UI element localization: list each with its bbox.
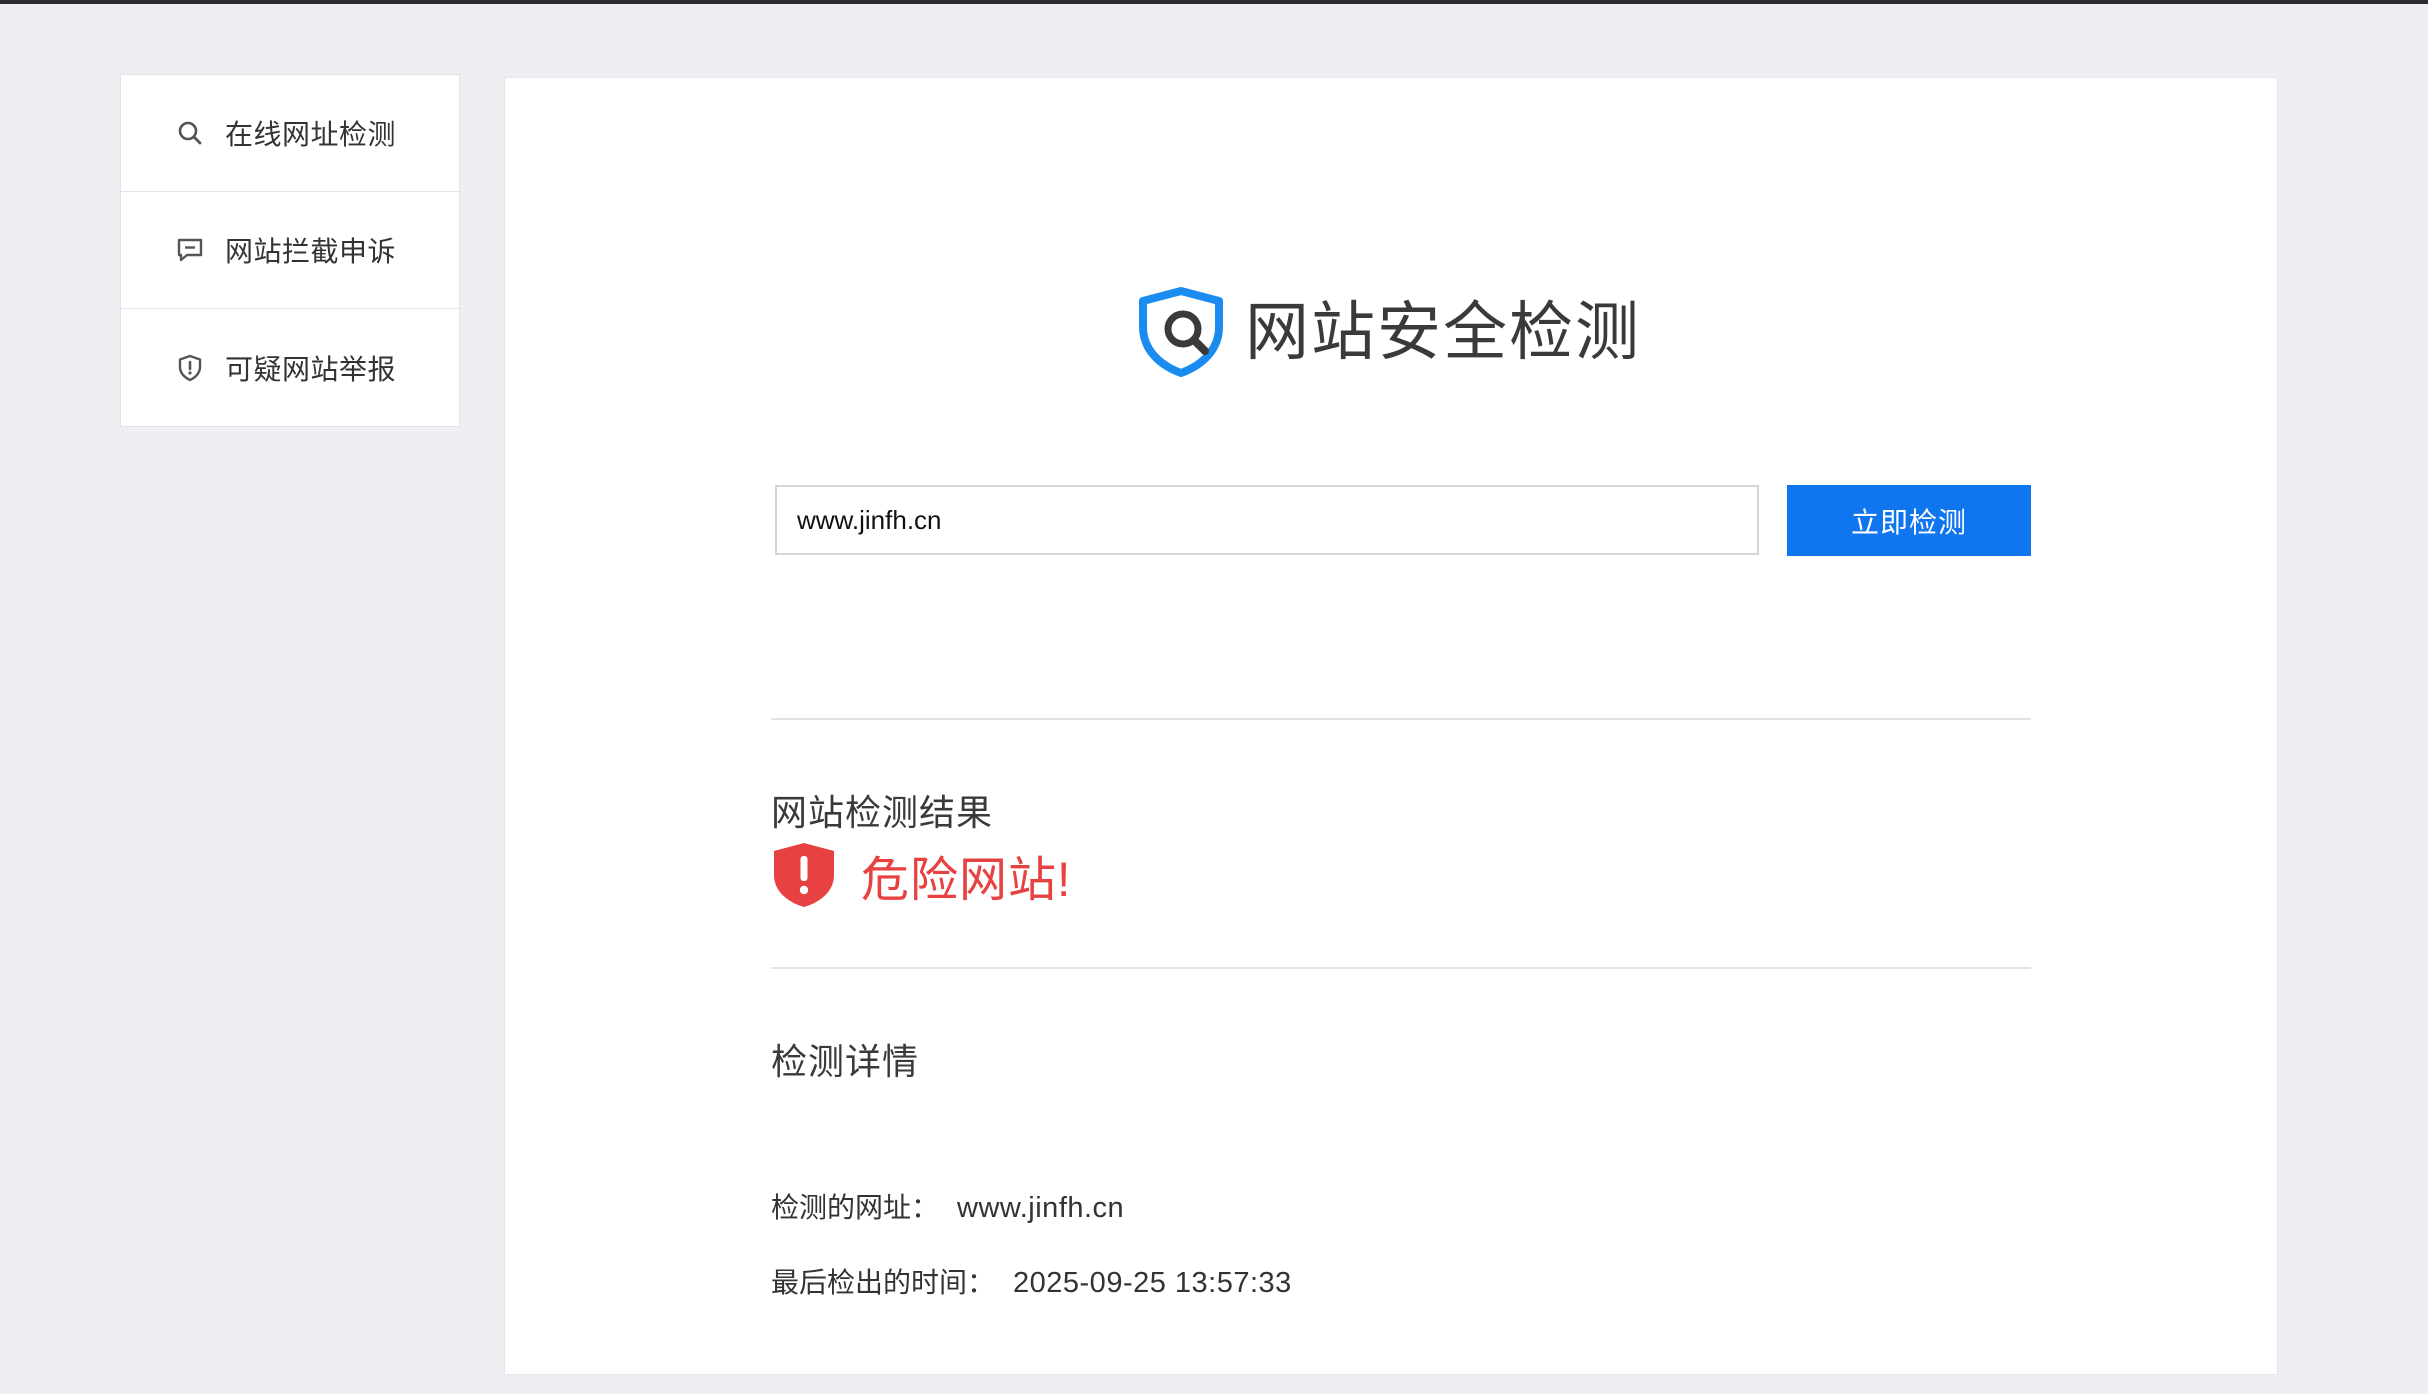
detail-value: 2025-09-25 13:57:33 (1013, 1267, 1292, 1299)
detail-label: 最后检出的时间： (771, 1267, 996, 1298)
detail-label: 检测的网址： (771, 1192, 940, 1223)
shield-search-logo-icon (1139, 287, 1223, 377)
url-input[interactable] (775, 485, 1759, 555)
sidebar: 在线网址检测 网站拦截申诉 可疑网站举报 (120, 74, 460, 427)
page-title: 网站安全检测 (1245, 296, 1641, 368)
result-heading: 网站检测结果 (771, 792, 994, 833)
brand-header: 网站安全检测 (1135, 287, 1641, 377)
result-status: 危险网站! (771, 840, 1071, 910)
sidebar-item-report-suspicious[interactable]: 可疑网站举报 (121, 309, 459, 426)
details-heading: 检测详情 (771, 1041, 920, 1082)
divider (771, 967, 2031, 969)
check-now-button[interactable]: 立即检测 (1787, 485, 2031, 556)
search-icon (175, 118, 205, 148)
sidebar-item-label: 网站拦截申诉 (225, 236, 397, 267)
shield-alert-icon (175, 353, 205, 383)
main-panel: 网站安全检测 立即检测 网站检测结果 危险网站! 检测详情 检测的网址： www… (504, 77, 2278, 1375)
divider (771, 718, 2031, 720)
message-icon (175, 235, 205, 265)
sidebar-item-label: 在线网址检测 (225, 119, 397, 150)
sidebar-item-online-url-check[interactable]: 在线网址检测 (121, 75, 459, 192)
sidebar-item-block-appeal[interactable]: 网站拦截申诉 (121, 192, 459, 309)
sidebar-item-label: 可疑网站举报 (225, 353, 397, 385)
detail-checked-url: 检测的网址： www.jinfh.cn (771, 1186, 1124, 1226)
detail-last-detected-time: 最后检出的时间： 2025-09-25 13:57:33 (771, 1261, 1292, 1301)
detail-value: www.jinfh.cn (957, 1192, 1125, 1224)
danger-status-text: 危险网站! (861, 854, 1072, 907)
window-top-border (0, 0, 2428, 4)
danger-shield-icon (774, 843, 834, 907)
